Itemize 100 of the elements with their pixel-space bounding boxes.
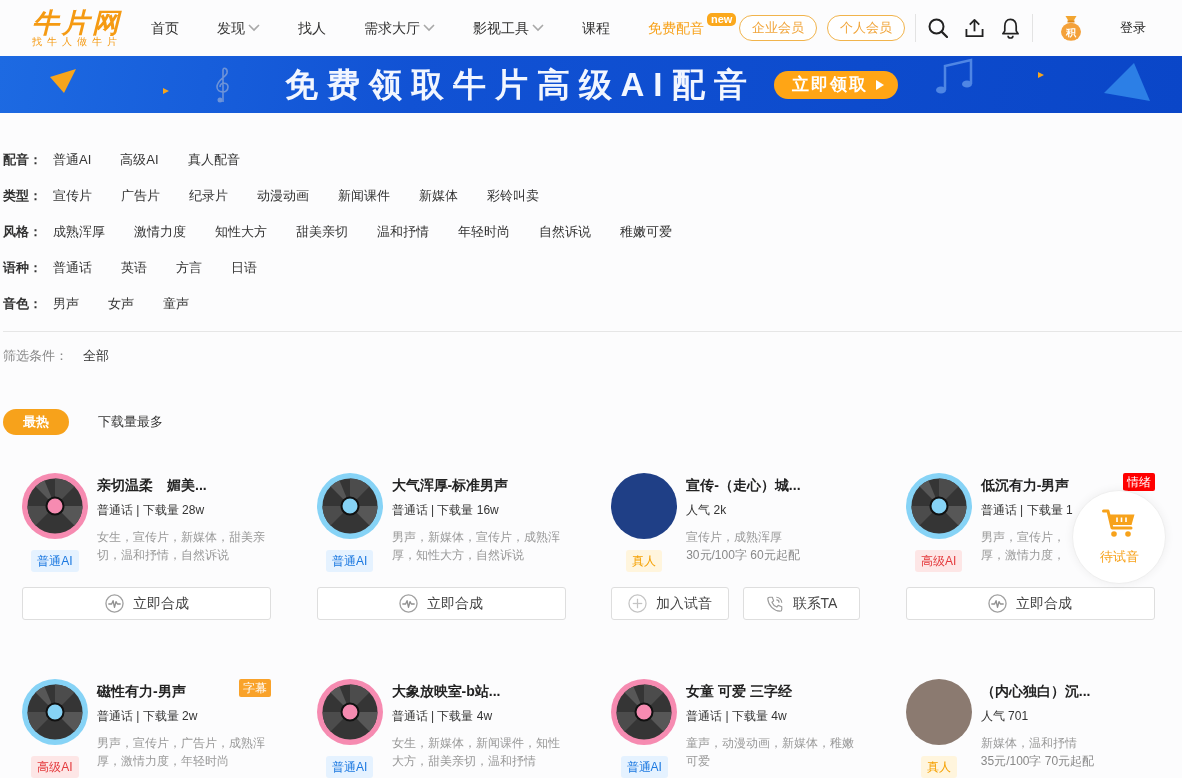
voice-title[interactable]: 女童 可爱 三字经 — [686, 681, 792, 701]
voice-action-button[interactable]: 立即合成 — [905, 587, 1155, 620]
waveform-icon — [988, 594, 1008, 613]
voice-title[interactable]: 低沉有力-男声 — [980, 475, 1070, 495]
voice-stats: 普通话 | 下载量 28w — [97, 502, 205, 519]
filter-option[interactable]: 日语 — [231, 259, 257, 277]
new-badge: new — [707, 13, 737, 26]
filter-option[interactable]: 知性大方 — [215, 223, 267, 241]
upload-icon[interactable] — [965, 18, 984, 38]
treble-clef-icon — [214, 66, 232, 104]
filter-option[interactable]: 自然诉说 — [539, 223, 591, 241]
triangle-decoration — [163, 88, 169, 94]
voice-stats: 普通话 | 下载量 4w — [391, 708, 493, 725]
nav-link[interactable]: 需求大厅 — [364, 18, 435, 38]
waveform-icon — [399, 594, 419, 613]
filter-option[interactable]: 童声 — [163, 295, 189, 313]
voice-tags: 新媒体，温和抒情 — [980, 734, 1077, 752]
voice-price: 30元/100字 60元起配 — [686, 547, 800, 564]
voice-stats: 普通话 | 下载量 4w — [686, 708, 787, 725]
voice-title[interactable]: 大象放映室-b站... — [391, 681, 501, 701]
nav-link[interactable]: 找人 — [298, 18, 326, 38]
filter-option[interactable]: 彩铃叫卖 — [487, 187, 539, 205]
voice-title[interactable]: 亲切温柔 媚美... — [97, 475, 207, 495]
voice-tags: 男声，新媒体，宣传片，成熟浑 厚，知性大方，自然诉说 — [391, 528, 560, 564]
filter-option[interactable]: 成熟浑厚 — [53, 223, 105, 241]
filter-option[interactable]: 男声 — [53, 295, 79, 313]
voice-type-badge: 普通AI — [325, 550, 374, 572]
plus-circle-icon — [627, 594, 647, 613]
voice-stats: 人气 701 — [980, 708, 1029, 725]
nav-link[interactable]: 首页 — [151, 18, 179, 38]
filter-option[interactable]: 新媒体 — [419, 187, 458, 205]
filter-option[interactable]: 稚嫩可爱 — [620, 223, 672, 241]
filter-option[interactable]: 激情力度 — [134, 223, 186, 241]
voice-title[interactable]: 磁性有力-男声 — [97, 681, 186, 701]
filter-option[interactable]: 女声 — [108, 295, 134, 313]
voice-tags: 男声，宣传片， 厚，激情力度， — [980, 528, 1065, 564]
filter-label: 配音： — [3, 151, 43, 169]
voice-type-badge: 真人 — [626, 550, 663, 572]
voice-action-button[interactable]: 加入试音 — [611, 587, 729, 620]
filter-option[interactable]: 年轻时尚 — [458, 223, 510, 241]
voice-tags: 女生，宣传片，新媒体，甜美亲 切，温和抒情，自然诉说 — [97, 528, 265, 564]
filter-label: 类型： — [3, 187, 43, 205]
filter-option[interactable]: 普通话 — [53, 259, 92, 277]
corner-tag: 字幕 — [239, 679, 271, 697]
filter-option[interactable]: 方言 — [176, 259, 202, 277]
corner-tag: 情绪 — [1122, 473, 1155, 491]
active-filter-value[interactable]: 全部 — [83, 347, 109, 365]
triangle-decoration — [50, 69, 76, 93]
voice-tags: 宣传片，成熟浑厚 — [686, 528, 783, 546]
nav-link[interactable]: 课程 — [582, 18, 610, 38]
music-note-icon — [935, 58, 975, 96]
play-triangle-icon — [875, 79, 884, 90]
filter-label: 音色： — [3, 295, 43, 313]
voice-tags: 男声，宣传片，广告片，成熟浑 厚，激情力度，年轻时尚 — [97, 734, 265, 770]
voice-tags: 童声，动漫动画，新媒体，稚嫩 可爱 — [686, 734, 855, 770]
search-icon[interactable] — [928, 18, 948, 38]
filter-option[interactable]: 普通AI — [53, 151, 92, 169]
voice-stats: 人气 2k — [686, 502, 727, 519]
nav-link[interactable]: 发现 — [217, 18, 260, 38]
triangle-decoration — [1038, 72, 1044, 78]
voice-type-badge: 高级AI — [915, 550, 963, 572]
shopping-cart-icon — [1102, 508, 1136, 538]
voice-type-badge: 普通AI — [620, 756, 668, 778]
chevron-down-icon — [248, 24, 260, 32]
bell-icon[interactable] — [1001, 17, 1020, 39]
voice-price: 35元/100字 70元起配 — [980, 753, 1095, 770]
nav-link[interactable]: 影视工具 — [473, 18, 544, 38]
filter-option[interactable]: 新闻课件 — [338, 187, 390, 205]
voice-type-badge: 高级AI — [31, 756, 79, 778]
waveform-icon — [104, 594, 124, 613]
banner-headline: 免费领取牛片高级AI配音 — [284, 64, 756, 105]
login-link[interactable]: 登录 — [1120, 19, 1146, 37]
chevron-down-icon — [423, 24, 435, 32]
sort-tab[interactable]: 下载量最多 — [98, 409, 163, 435]
voice-title[interactable]: （内心独白）沉... — [980, 681, 1091, 701]
promo-banner[interactable]: 免费领取牛片高级AI配音 立即领取 — [0, 56, 1182, 113]
filter-option[interactable]: 真人配音 — [187, 151, 240, 169]
filter-option[interactable]: 甜美亲切 — [296, 223, 348, 241]
filter-option[interactable]: 英语 — [121, 259, 147, 277]
voice-title[interactable]: 大气浑厚-标准男声 — [391, 475, 509, 495]
voice-stats: 普通话 | 下载量 1 — [980, 502, 1073, 519]
voice-type-badge: 普通AI — [325, 756, 374, 778]
filter-option[interactable]: 纪录片 — [189, 187, 228, 205]
triangle-decoration — [1104, 63, 1150, 101]
filter-option[interactable]: 高级AI — [120, 151, 159, 169]
logo-slogan: 找牛人做牛片 — [32, 36, 122, 48]
voice-action-button[interactable]: 立即合成 — [22, 587, 271, 620]
filter-option[interactable]: 动漫动画 — [257, 187, 309, 205]
filter-option[interactable]: 温和抒情 — [377, 223, 429, 241]
phone-icon — [765, 594, 784, 613]
filter-option[interactable]: 广告片 — [121, 187, 160, 205]
filter-label: 风格： — [3, 223, 43, 241]
filter-option[interactable]: 宣传片 — [53, 187, 92, 205]
voice-tags: 女生，新媒体，新闻课件，知性 大方，甜美亲切，温和抒情 — [391, 734, 560, 770]
voice-type-badge: 普通AI — [31, 550, 79, 572]
voice-type-badge: 真人 — [920, 756, 957, 778]
voice-stats: 普通话 | 下载量 16w — [391, 502, 499, 519]
voice-title[interactable]: 宣传-（走心）城... — [686, 475, 801, 495]
voice-action-button[interactable]: 立即合成 — [316, 587, 566, 620]
voice-action-button[interactable]: 联系TA — [742, 587, 861, 620]
